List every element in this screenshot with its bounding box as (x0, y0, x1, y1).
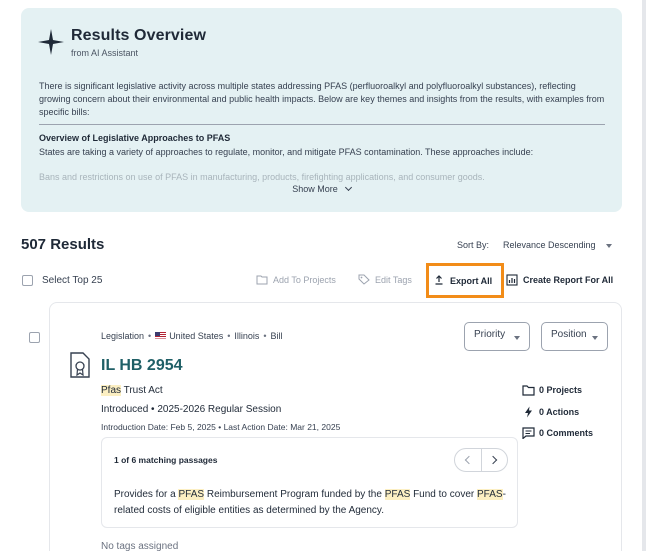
sort-label: Sort By: (457, 240, 490, 250)
bill-name: Pfas Trust Act (101, 385, 163, 396)
overview-subtitle: from AI Assistant (71, 48, 139, 58)
chevron-down-icon (344, 183, 352, 192)
chevron-left-icon (464, 455, 474, 465)
result-checkbox[interactable] (29, 332, 40, 343)
result-country: United States (169, 331, 224, 341)
previous-passage-button[interactable] (455, 449, 482, 471)
tags-status: No tags assigned (101, 541, 179, 551)
document-badge-icon (70, 352, 90, 378)
result-type: Legislation (101, 331, 145, 341)
export-icon (435, 275, 443, 285)
passages-count: 1 of 6 matching passages (114, 455, 218, 465)
overview-section-text: States are taking a variety of approache… (39, 147, 534, 157)
bill-dates: Introduction Date: Feb 5, 2025 • Last Ac… (101, 422, 341, 432)
folder-icon (522, 385, 535, 396)
chevron-right-icon (488, 455, 498, 465)
create-report-button[interactable]: Create Report For All (523, 275, 613, 285)
bill-title-link[interactable]: IL HB 2954 (101, 357, 183, 375)
overview-title: Results Overview (71, 27, 206, 44)
caret-down-icon (592, 336, 598, 340)
caret-down-icon (514, 336, 520, 340)
result-doc-kind: Bill (270, 331, 283, 341)
result-meta: Legislation • United States • Illinois • Bill (101, 331, 283, 341)
projects-count[interactable]: 0 Projects (539, 385, 582, 395)
divider (39, 124, 605, 125)
bill-status: Introduced • 2025-2026 Regular Session (101, 404, 282, 415)
overview-intro: There is significant legislative activit… (39, 81, 605, 117)
passage-text: Provides for a PFAS Reimbursement Progra… (114, 489, 506, 516)
actions-count[interactable]: 0 Actions (539, 407, 579, 417)
tag-icon (358, 274, 370, 285)
matching-passages-box: 1 of 6 matching passages Provides for a … (101, 437, 518, 528)
add-to-projects-button[interactable]: Add To Projects (256, 275, 336, 285)
show-more-button[interactable]: Show More (21, 183, 622, 194)
sort-dropdown[interactable]: Relevance Descending (503, 240, 596, 250)
report-chart-icon (506, 274, 518, 286)
passage-pager (454, 448, 508, 472)
next-passage-button[interactable] (482, 449, 509, 471)
caret-down-icon (606, 244, 612, 248)
folder-icon (256, 275, 268, 285)
edit-tags-button[interactable]: Edit Tags (358, 274, 412, 285)
results-overview-panel: Results Overview from AI Assistant There… (21, 8, 622, 212)
priority-dropdown[interactable]: Priority (464, 322, 530, 351)
select-top-label[interactable]: Select Top 25 (42, 275, 102, 286)
scrollbar[interactable] (642, 0, 646, 551)
overview-section-heading: Overview of Legislative Approaches to PF… (39, 133, 231, 143)
export-all-button[interactable]: Export All (426, 263, 504, 298)
us-flag-icon (155, 332, 167, 340)
position-dropdown[interactable]: Position (541, 322, 608, 351)
lightning-icon (525, 406, 532, 418)
sparkle-icon (38, 29, 64, 55)
select-top-checkbox[interactable] (22, 275, 33, 286)
results-count: 507 Results (21, 236, 105, 253)
comments-count[interactable]: 0 Comments (539, 428, 593, 438)
overview-faded-text: Bans and restrictions on use of PFAS in … (39, 172, 485, 182)
comment-icon (522, 427, 535, 439)
result-state: Illinois (234, 331, 260, 341)
